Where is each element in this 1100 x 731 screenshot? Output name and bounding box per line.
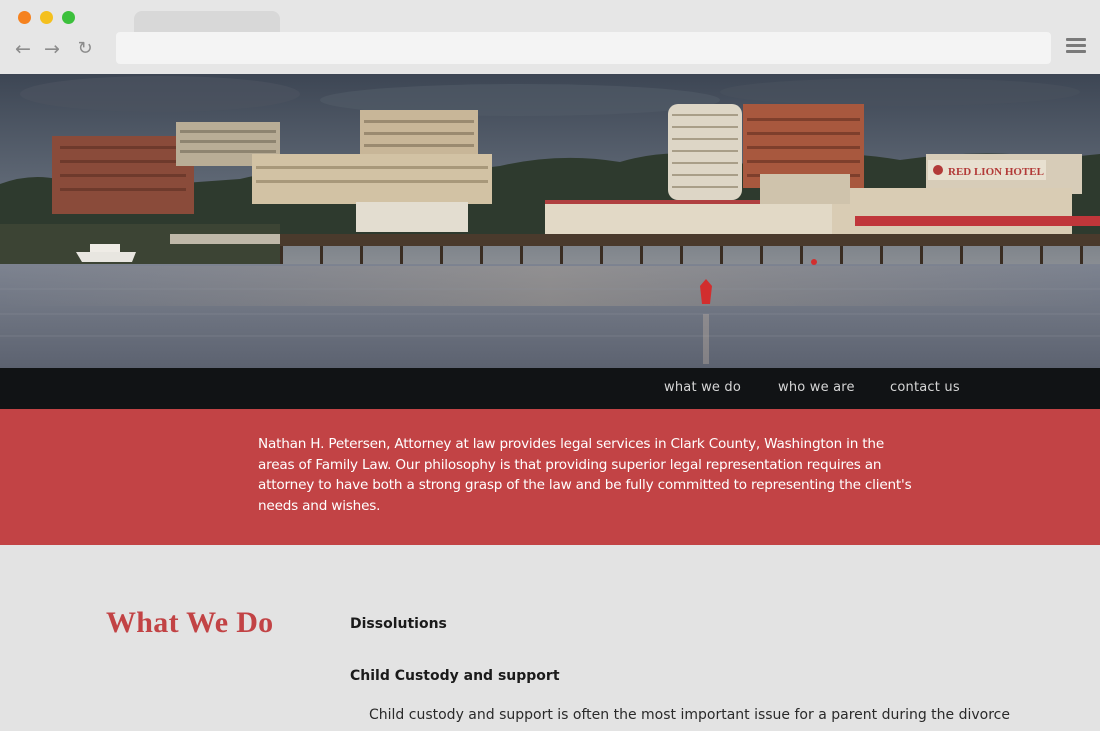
forward-arrow-icon[interactable]: →: [41, 38, 63, 60]
intro-band: Nathan H. Petersen, Attorney at law prov…: [0, 409, 1100, 545]
minimize-window-button[interactable]: [40, 11, 53, 24]
hero-image: RED LION HOTEL: [0, 74, 1100, 368]
nav-contact-us[interactable]: contact us: [890, 380, 960, 395]
site-navbar: what we do who we are contact us: [0, 368, 1100, 409]
item-heading-child-custody: Child Custody and support: [350, 668, 560, 684]
child-custody-text: Child custody and support is often the m…: [369, 707, 1010, 723]
section-title: What We Do: [106, 606, 274, 639]
browser-tab[interactable]: [134, 11, 280, 33]
hamburger-menu-icon[interactable]: [1066, 38, 1086, 58]
address-bar[interactable]: [116, 32, 1051, 64]
back-arrow-icon[interactable]: ←: [12, 38, 34, 60]
item-heading-dissolutions: Dissolutions: [350, 616, 447, 632]
nav-what-we-do[interactable]: what we do: [664, 380, 741, 395]
what-we-do-section: What We Do Dissolutions Child Custody an…: [0, 545, 1100, 731]
intro-text: Nathan H. Petersen, Attorney at law prov…: [258, 436, 912, 514]
close-window-button[interactable]: [18, 11, 31, 24]
reload-icon[interactable]: ↻: [74, 38, 96, 60]
browser-chrome: ← → ↻: [0, 0, 1100, 74]
hotel-sign: RED LION HOTEL: [948, 166, 1044, 178]
nav-who-we-are[interactable]: who we are: [778, 380, 855, 395]
maximize-window-button[interactable]: [62, 11, 75, 24]
